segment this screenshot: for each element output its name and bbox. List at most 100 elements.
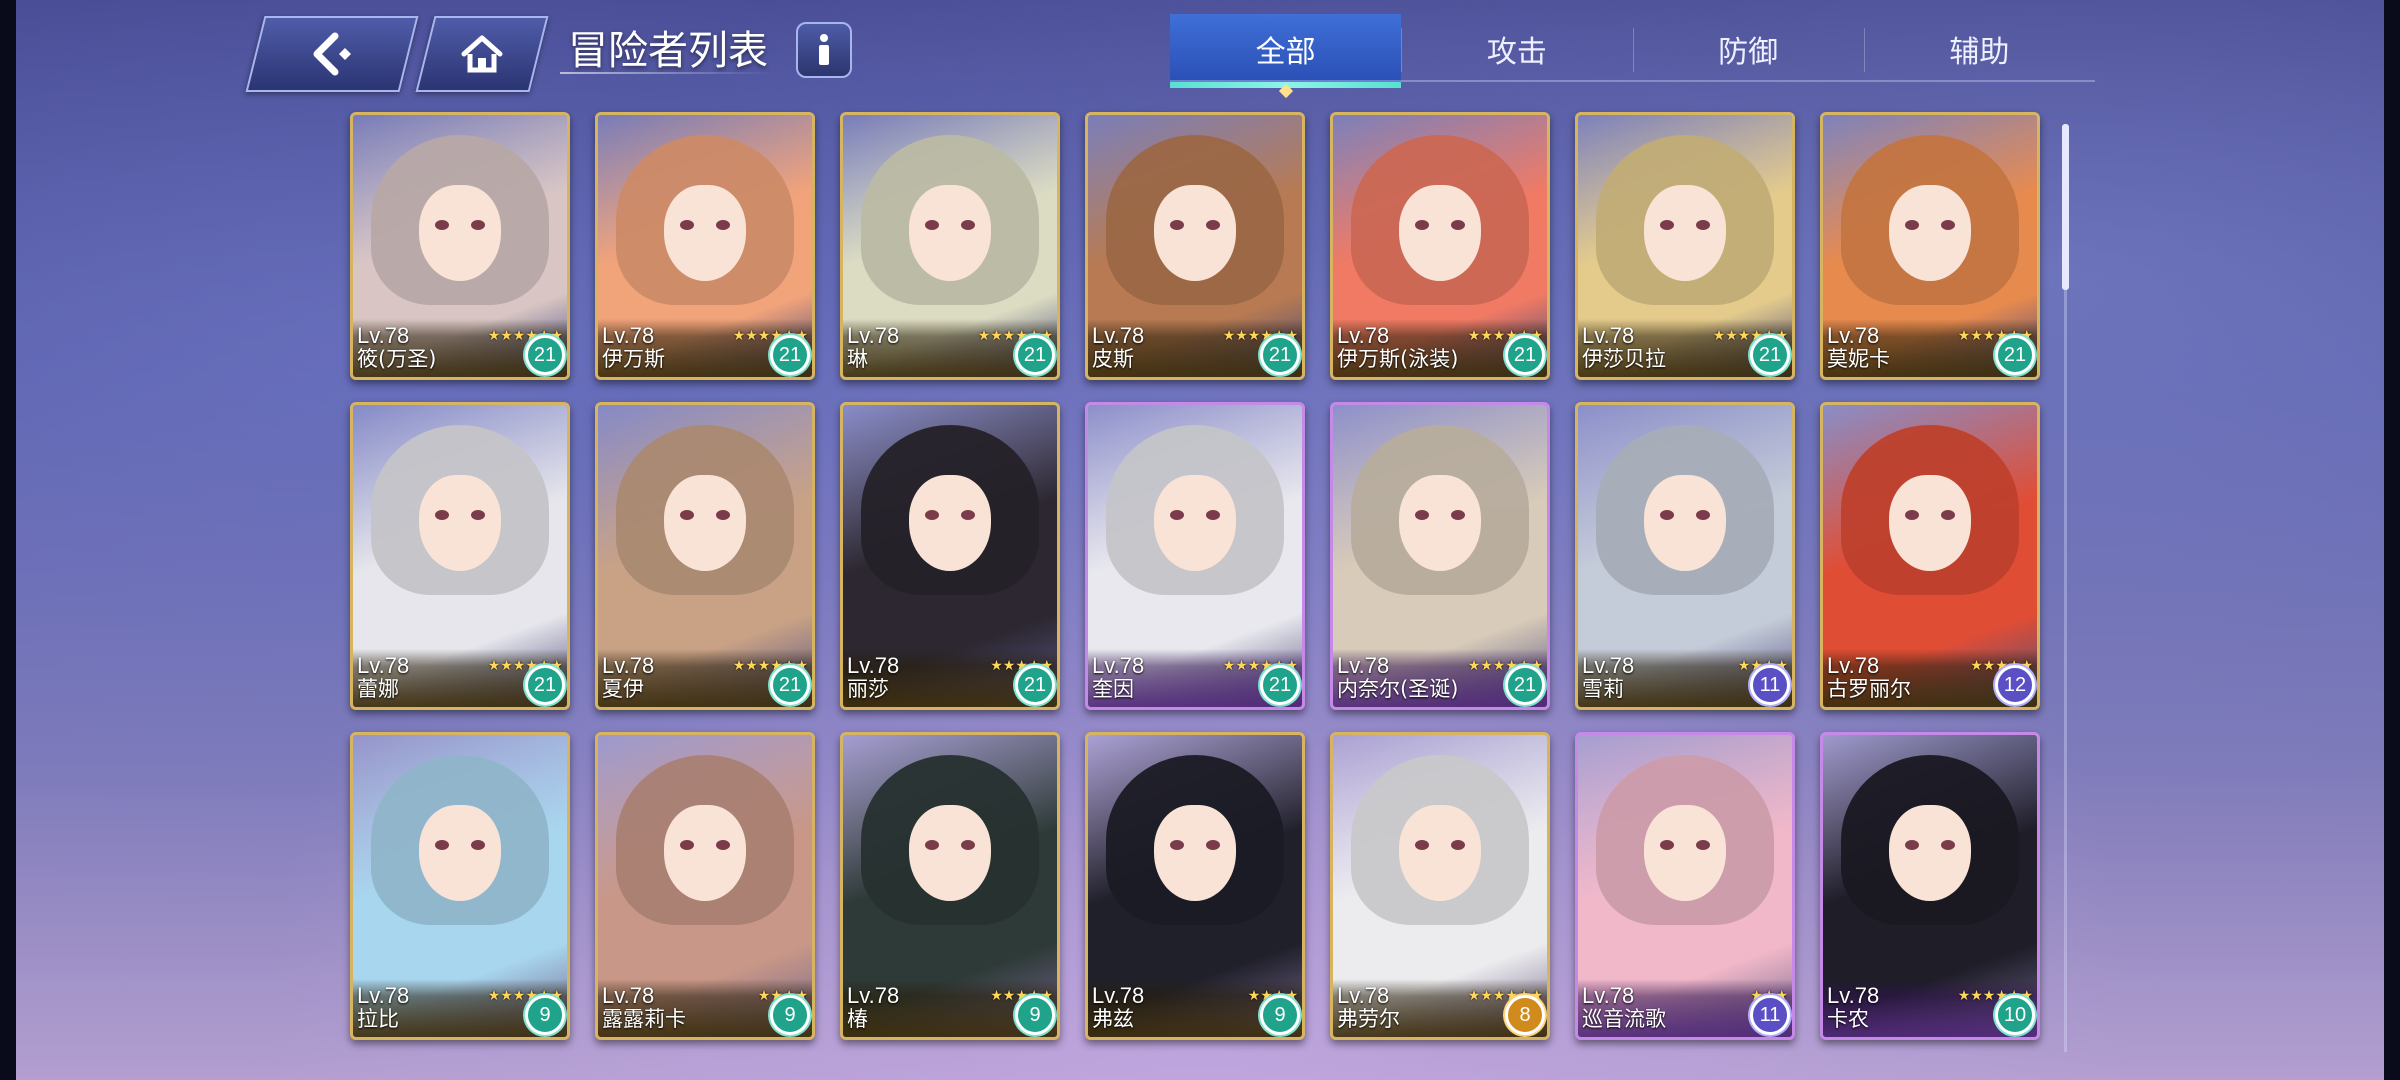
adventurer-card[interactable]: Lv.78 ★★★★★ 丽莎 21	[840, 402, 1060, 710]
adventurer-card[interactable]: Lv.78 ★★★★★ 古罗丽尔 12	[1820, 402, 2040, 710]
portrait-eye	[471, 220, 485, 230]
portrait-face	[419, 805, 501, 901]
portrait-eye	[1415, 510, 1429, 520]
adventurer-card[interactable]: Lv.78★★★★雪莉11	[1575, 402, 1795, 710]
home-button[interactable]	[415, 16, 549, 92]
adventurer-name: 伊万斯	[602, 347, 665, 371]
adventurer-card[interactable]: Lv.78 ★★★★★★ 内奈尔(圣诞) 21	[1330, 402, 1550, 710]
scrollbar-thumb[interactable]	[2062, 124, 2069, 290]
portrait-eye	[471, 840, 485, 850]
tab-defense[interactable]: 防御	[1632, 14, 1864, 84]
adventurer-name: 拉比	[357, 1007, 399, 1031]
count-badge: 10	[1995, 995, 2035, 1035]
portrait-eye	[1415, 840, 1429, 850]
adventurer-card[interactable]: Lv.78★★★★弗兹9	[1085, 732, 1305, 1040]
portrait-eye	[961, 840, 975, 850]
tab-all[interactable]: 全部	[1170, 14, 1402, 99]
portrait-eye	[471, 510, 485, 520]
count-badge: 21	[525, 335, 565, 375]
portrait-face	[1644, 475, 1726, 571]
top-bar: 冒险者列表 全部 攻击 防御 辅助	[0, 0, 2400, 100]
tabs-divider	[1170, 80, 2095, 82]
portrait-eye	[1941, 840, 1955, 850]
count-badge: 21	[1015, 665, 1055, 705]
portrait-face	[1154, 475, 1236, 571]
count-badge: 21	[1505, 335, 1545, 375]
count-badge: 9	[1260, 995, 1300, 1035]
adventurer-card[interactable]: Lv.78 ★★★★★★ 筱(万圣) 21	[350, 112, 570, 380]
portrait-face	[909, 805, 991, 901]
adventurer-card[interactable]: Lv.78 ★★★★★★ 卡农 10	[1820, 732, 2040, 1040]
adventurer-card[interactable]: Lv.78 ★★★★★★ 夏伊 21	[595, 402, 815, 710]
adventurer-card[interactable]: Lv.78 ★★★★★★ 伊万斯(泳装) 21	[1330, 112, 1550, 380]
tab-support-label: 辅助	[1949, 35, 2010, 70]
count-badge: 11	[1750, 665, 1790, 705]
count-badge: 12	[1995, 665, 2035, 705]
adventurer-name: 椿	[847, 1007, 868, 1031]
portrait-eye	[1451, 510, 1465, 520]
portrait-eye	[680, 840, 694, 850]
portrait-eye	[1451, 840, 1465, 850]
portrait-eye	[1941, 220, 1955, 230]
portrait-face	[1154, 185, 1236, 281]
portrait-face	[909, 475, 991, 571]
adventurer-name: 内奈尔(圣诞)	[1337, 677, 1459, 701]
adventurer-name: 巡音流歌	[1582, 1007, 1666, 1031]
portrait-face	[1644, 805, 1726, 901]
adventurer-name: 弗劳尔	[1337, 1007, 1400, 1031]
portrait-eye	[716, 510, 730, 520]
adventurer-name: 蕾娜	[357, 677, 399, 701]
portrait-eye	[1696, 840, 1710, 850]
portrait-eye	[925, 510, 939, 520]
tab-support[interactable]: 辅助	[1863, 14, 2095, 84]
adventurer-name: 弗兹	[1092, 1007, 1134, 1031]
portrait-eye	[1206, 840, 1220, 850]
adventurer-card[interactable]: Lv.78 ★★★★★ 椿 9	[840, 732, 1060, 1040]
portrait-eye	[1206, 220, 1220, 230]
adventurer-card[interactable]: Lv.78★★★★露露莉卡9	[595, 732, 815, 1040]
adventurer-card[interactable]: Lv.78 ★★★★★★ 拉比 9	[350, 732, 570, 1040]
count-badge: 21	[1260, 335, 1300, 375]
adventurer-card[interactable]: Lv.78 ★★★★★★ 蕾娜 21	[350, 402, 570, 710]
portrait-face	[664, 185, 746, 281]
portrait-face	[909, 185, 991, 281]
left-edge	[0, 0, 16, 1080]
portrait-eye	[1660, 510, 1674, 520]
adventurer-card[interactable]: Lv.78★★★巡音流歌11	[1575, 732, 1795, 1040]
count-badge: 9	[525, 995, 565, 1035]
count-badge: 21	[1505, 665, 1545, 705]
portrait-face	[1399, 185, 1481, 281]
portrait-eye	[1905, 840, 1919, 850]
portrait-face	[1399, 475, 1481, 571]
tab-defense-label: 防御	[1718, 35, 1779, 70]
home-icon	[461, 35, 503, 73]
adventurer-card[interactable]: Lv.78 ★★★★★★ 琳 21	[840, 112, 1060, 380]
adventurer-card[interactable]: Lv.78 ★★★★★★ 弗劳尔 8	[1330, 732, 1550, 1040]
title-underline	[560, 72, 772, 74]
adventurer-card[interactable]: Lv.78 ★★★★★★ 皮斯 21	[1085, 112, 1305, 380]
info-icon	[819, 34, 829, 65]
count-badge: 9	[770, 995, 810, 1035]
adventurer-name: 古罗丽尔	[1827, 677, 1911, 701]
count-badge: 21	[1750, 335, 1790, 375]
adventurer-name: 丽莎	[847, 677, 889, 701]
adventurer-name: 伊莎贝拉	[1582, 347, 1666, 371]
active-tab-indicator	[1278, 83, 1293, 99]
adventurer-card[interactable]: Lv.78 ★★★★★★ 奎因 21	[1085, 402, 1305, 710]
adventurer-card[interactable]: Lv.78 ★★★★★★ 伊万斯 21	[595, 112, 815, 380]
info-button[interactable]	[796, 22, 852, 78]
tab-attack[interactable]: 攻击	[1401, 14, 1632, 84]
adventurer-name: 琳	[847, 347, 868, 371]
portrait-eye	[925, 220, 939, 230]
adventurer-name: 莫妮卡	[1827, 347, 1890, 371]
adventurer-name: 雪莉	[1582, 677, 1624, 701]
portrait-face	[1644, 185, 1726, 281]
back-button[interactable]	[245, 16, 419, 92]
portrait-face	[1154, 805, 1236, 901]
adventurer-card[interactable]: Lv.78 ★★★★★★ 莫妮卡 21	[1820, 112, 2040, 380]
adventurer-name: 伊万斯(泳装)	[1337, 347, 1459, 371]
page-title: 冒险者列表	[568, 28, 768, 74]
adventurer-card[interactable]: Lv.78 ★★★★★★ 伊莎贝拉 21	[1575, 112, 1795, 380]
tab-all-label: 全部	[1255, 35, 1316, 70]
portrait-eye	[961, 220, 975, 230]
